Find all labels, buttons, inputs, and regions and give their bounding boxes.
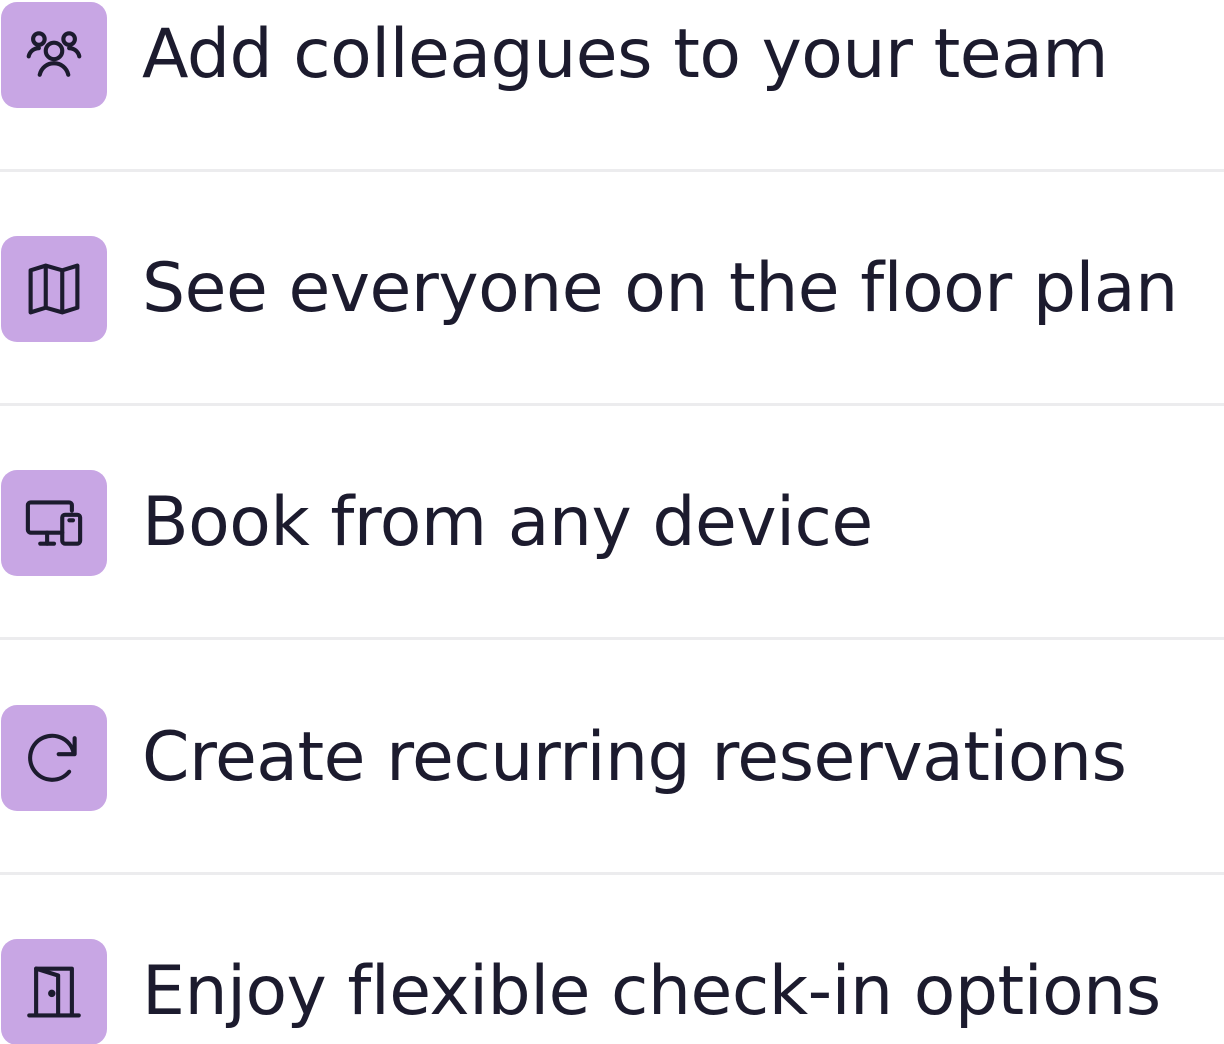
feature-list: Add colleagues to your team See everyone… [0, 0, 1224, 1044]
feature-item-recurring: Create recurring reservations [0, 704, 1224, 812]
feature-item-devices: Book from any device [0, 469, 1224, 577]
feature-item-floor-plan: See everyone on the floor plan [0, 235, 1224, 343]
team-icon [1, 2, 107, 108]
feature-label: Enjoy flexible check-in options [142, 952, 1161, 1031]
divider [0, 403, 1224, 406]
divider [0, 872, 1224, 875]
divider [0, 637, 1224, 640]
feature-label: Add colleagues to your team [142, 15, 1109, 94]
feature-item-team: Add colleagues to your team [0, 1, 1224, 109]
feature-label: See everyone on the floor plan [142, 249, 1178, 328]
refresh-icon [1, 705, 107, 811]
devices-icon [1, 470, 107, 576]
feature-label: Create recurring reservations [142, 718, 1127, 797]
divider [0, 169, 1224, 172]
feature-item-check-in: Enjoy flexible check-in options [0, 938, 1224, 1044]
map-icon [1, 236, 107, 342]
door-icon [1, 939, 107, 1044]
feature-label: Book from any device [142, 483, 873, 562]
